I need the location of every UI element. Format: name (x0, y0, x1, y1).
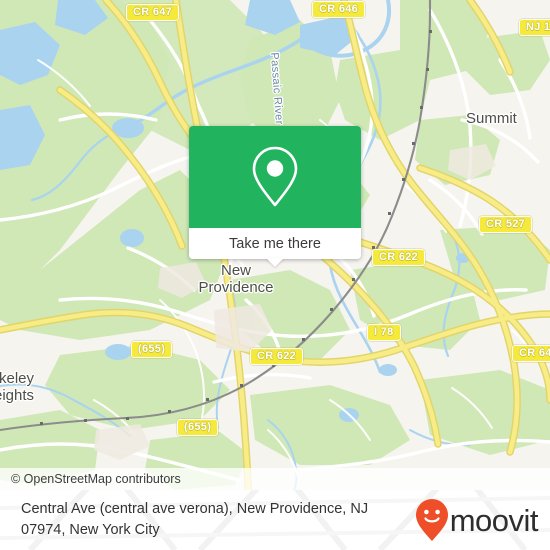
road-shield-cr-622-a[interactable]: CR 622 (372, 249, 426, 266)
osm-attribution-text[interactable]: © OpenStreetMap contributors (0, 472, 181, 486)
road-shield-cr-646[interactable]: CR 646 (312, 1, 366, 18)
map-pin-icon (252, 146, 298, 207)
cta-label-bar[interactable]: Take me there (189, 228, 361, 267)
road-shield-cr-622-b[interactable]: CR 622 (250, 348, 304, 365)
map-attribution-bar: © OpenStreetMap contributors (0, 468, 550, 490)
moovit-pin-smiley-icon (415, 499, 448, 541)
road-shield-nj-12[interactable]: NJ 12 (519, 19, 550, 36)
map-canvas[interactable]: New Providence Summit rkeley eights Pass… (0, 0, 550, 490)
take-me-there-card[interactable]: Take me there (189, 126, 361, 267)
road-shield-cr-527[interactable]: CR 527 (479, 216, 533, 233)
cta-label: Take me there (229, 235, 321, 252)
road-shield-i-78[interactable]: I 78 (367, 324, 401, 341)
road-shield-cr-647[interactable]: CR 647 (126, 4, 180, 21)
cta-icon-panel (189, 126, 361, 228)
moovit-wordmark: moovit (449, 502, 539, 538)
road-shield-655-b[interactable]: (655) (177, 419, 219, 436)
footer-bar: Central Ave (central ave verona), New Pr… (0, 490, 550, 550)
road-shield-cr-643[interactable]: CR 643 (512, 345, 550, 362)
address-text: Central Ave (central ave verona), New Pr… (21, 499, 421, 541)
road-shield-655-a[interactable]: (655) (131, 341, 173, 358)
cta-pointer-tail (266, 258, 284, 267)
address-line-2: 07974, New York City (21, 522, 160, 538)
address-line-1: Central Ave (central ave verona), New Pr… (21, 501, 369, 517)
map-screenshot: New Providence Summit rkeley eights Pass… (0, 0, 550, 550)
moovit-logo[interactable]: moovit (415, 499, 539, 541)
